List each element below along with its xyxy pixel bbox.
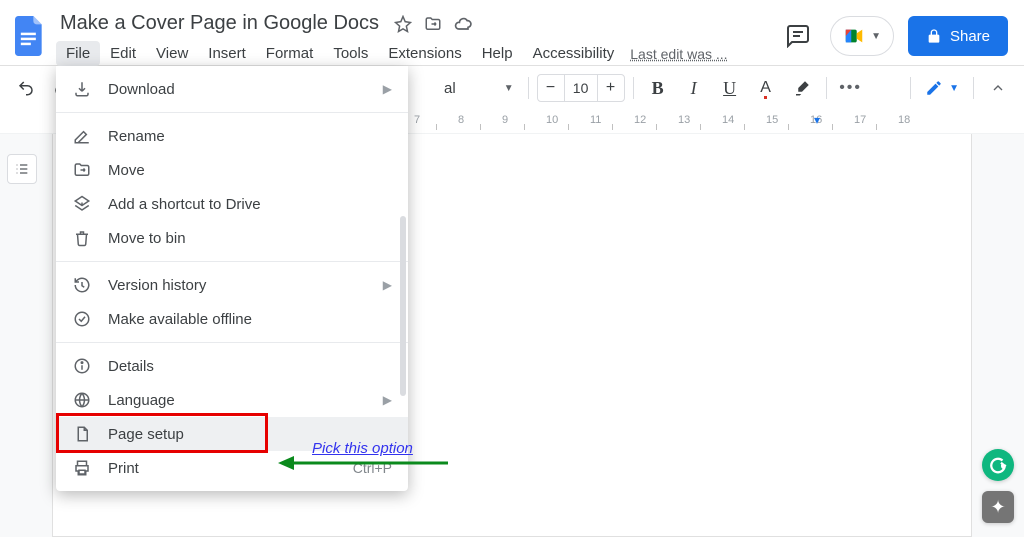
ruler-tick: 10 — [546, 114, 558, 126]
ruler-tick: 7 — [414, 114, 420, 126]
undo-button[interactable] — [10, 72, 42, 104]
globe-icon — [72, 390, 92, 410]
font-size-increase[interactable]: + — [598, 79, 624, 97]
explore-button[interactable]: ✦ — [982, 491, 1014, 523]
font-size-control: − 10 + — [537, 74, 625, 102]
file-menu-details[interactable]: Details — [56, 349, 408, 383]
meet-icon — [843, 25, 865, 47]
menu-item-label: Rename — [108, 128, 392, 145]
move-to-folder-icon[interactable] — [423, 14, 443, 34]
menu-item-label: Move to bin — [108, 230, 392, 247]
file-menu-rename[interactable]: Rename — [56, 119, 408, 153]
cloud-status-icon[interactable] — [453, 14, 473, 34]
menu-item-label: Version history — [108, 277, 367, 294]
file-menu: Download ▶ Rename Move Add a shortcut to Dri… — [56, 66, 408, 491]
menu-help[interactable]: Help — [472, 41, 523, 66]
annotation-text: Pick this option — [312, 440, 413, 457]
menu-item-label: Make available offline — [108, 311, 392, 328]
indent-marker[interactable]: ▾ — [814, 113, 820, 127]
share-button[interactable]: Share — [908, 16, 1008, 56]
file-menu-download[interactable]: Download ▶ — [56, 72, 408, 106]
file-menu-add-a-shortcut-to-drive[interactable]: Add a shortcut to Drive — [56, 187, 408, 221]
chevron-right-icon: ▶ — [383, 82, 392, 96]
menu-edit[interactable]: Edit — [100, 41, 146, 66]
font-family-select[interactable]: al ▼ — [438, 80, 520, 97]
ruler-tick: 17 — [854, 114, 866, 126]
doc-title[interactable]: Make a Cover Page in Google Docs — [56, 10, 383, 37]
share-label: Share — [950, 28, 990, 45]
outline-toggle[interactable] — [7, 154, 37, 184]
file-menu-move-to-bin[interactable]: Move to bin — [56, 221, 408, 255]
text-color-button[interactable]: A — [750, 72, 782, 104]
caret-down-icon: ▼ — [949, 83, 959, 94]
header-middle: Make a Cover Page in Google Docs File Ed… — [56, 8, 780, 66]
history-icon — [72, 275, 92, 295]
italic-button[interactable]: I — [678, 72, 710, 104]
file-menu-make-available-offline[interactable]: Make available offline — [56, 302, 408, 336]
print-icon — [72, 458, 92, 478]
menu-item-label: Add a shortcut to Drive — [108, 196, 392, 213]
highlight-button[interactable] — [786, 72, 818, 104]
ruler-tick: 13 — [678, 114, 690, 126]
bold-button[interactable]: B — [642, 72, 674, 104]
docs-logo[interactable] — [12, 12, 48, 60]
ruler-tick: 9 — [502, 114, 508, 126]
lock-icon — [926, 28, 942, 44]
ruler-tick: 12 — [634, 114, 646, 126]
chevron-right-icon: ▶ — [383, 278, 392, 292]
font-family-value: al — [444, 80, 456, 97]
menu-file[interactable]: File — [56, 41, 100, 66]
menu-accessibility[interactable]: Accessibility — [523, 41, 625, 66]
collapse-toolbar-button[interactable] — [982, 72, 1014, 104]
menu-item-label: Move — [108, 162, 392, 179]
font-size-value[interactable]: 10 — [564, 75, 598, 101]
comments-button[interactable] — [780, 18, 816, 54]
offline-icon — [72, 309, 92, 329]
menu-view[interactable]: View — [146, 41, 198, 66]
info-icon — [72, 356, 92, 376]
ruler-tick: 15 — [766, 114, 778, 126]
chevron-right-icon: ▶ — [383, 393, 392, 407]
download-icon — [72, 79, 92, 99]
menu-bar: File Edit View Insert Format Tools Exten… — [56, 41, 780, 66]
more-button[interactable]: ••• — [835, 72, 867, 104]
file-menu-language[interactable]: Language ▶ — [56, 383, 408, 417]
font-size-decrease[interactable]: − — [538, 79, 564, 97]
rename-icon — [72, 126, 92, 146]
meet-button[interactable]: ▼ — [830, 16, 894, 56]
file-menu-move[interactable]: Move — [56, 153, 408, 187]
left-gutter — [0, 134, 44, 537]
caret-down-icon: ▼ — [504, 83, 514, 94]
menu-item-label: Download — [108, 81, 367, 98]
page-icon — [72, 424, 92, 444]
ruler-tick: 8 — [458, 114, 464, 126]
file-menu-version-history[interactable]: Version history ▶ — [56, 268, 408, 302]
header-right: ▼ Share — [780, 8, 1016, 56]
ruler-tick: 11 — [590, 114, 601, 126]
move-icon — [72, 160, 92, 180]
star-icon[interactable] — [393, 14, 413, 34]
menu-extensions[interactable]: Extensions — [378, 41, 471, 66]
pencil-icon — [925, 79, 943, 97]
ruler-tick: 14 — [722, 114, 734, 126]
app-header: Make a Cover Page in Google Docs File Ed… — [0, 0, 1024, 66]
menu-item-label: Language — [108, 392, 367, 409]
trash-icon — [72, 228, 92, 248]
menu-tools[interactable]: Tools — [323, 41, 378, 66]
last-edit-link[interactable]: Last edit was ... — [630, 46, 727, 62]
menu-format[interactable]: Format — [256, 41, 324, 66]
menu-insert[interactable]: Insert — [198, 41, 256, 66]
shortcut-icon — [72, 194, 92, 214]
menu-item-label: Details — [108, 358, 392, 375]
grammarly-button[interactable] — [982, 449, 1014, 481]
caret-down-icon: ▼ — [871, 31, 881, 42]
ruler-tick: 18 — [898, 114, 910, 126]
underline-button[interactable]: U — [714, 72, 746, 104]
editing-mode-button[interactable]: ▼ — [919, 79, 965, 97]
